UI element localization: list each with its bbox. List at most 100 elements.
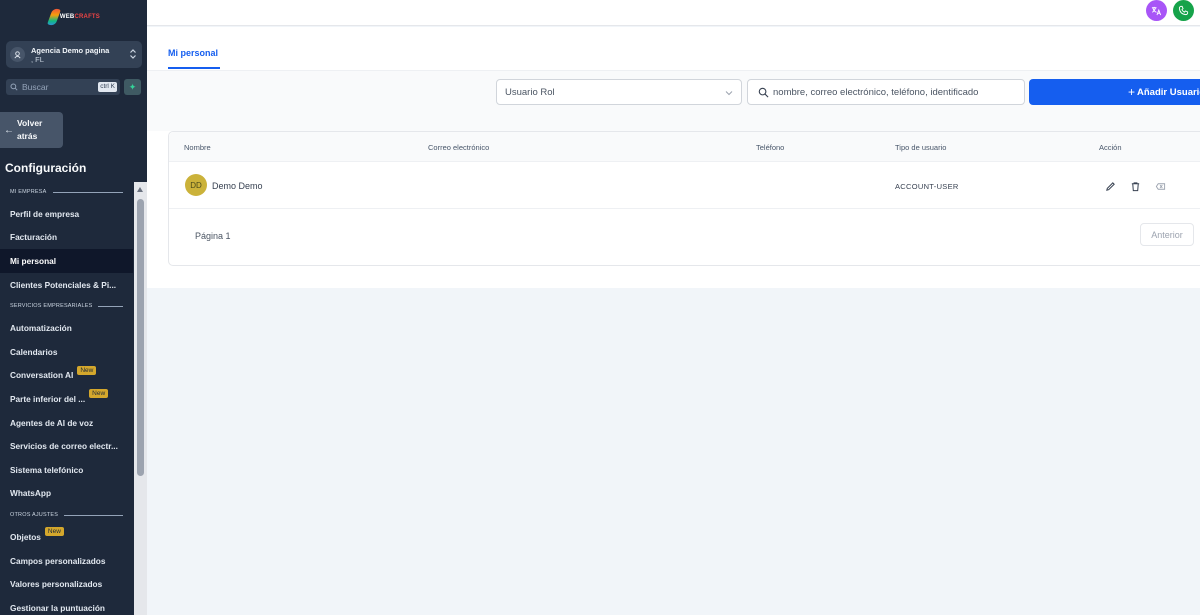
- sidebar-item-label: Sistema telefónico: [10, 464, 84, 475]
- user-type: ACCOUNT-USER: [895, 182, 959, 191]
- close-square-icon[interactable]: [1155, 179, 1166, 190]
- sidebar-item-label: Agentes de AI de voz: [10, 417, 94, 428]
- column-header-telefono[interactable]: Teléfono: [756, 143, 784, 152]
- sidebar-item-label: Campos personalizados: [10, 555, 106, 566]
- main-panel: Mi personal Usuario Rol nombre, correo e…: [147, 27, 1200, 288]
- tab-mi-personal[interactable]: Mi personal: [168, 48, 218, 58]
- section-mi-empresa: MI EMPRESA: [0, 182, 133, 202]
- sidebar-item-servicios-correo[interactable]: Servicios de correo electr...: [0, 434, 133, 458]
- sidebar-item-facturacion[interactable]: Facturación: [0, 226, 133, 250]
- previous-page-button[interactable]: Anterior: [1140, 223, 1194, 246]
- config-title: Configuración: [5, 161, 87, 175]
- sidebar-item-objetos[interactable]: Objetos New: [0, 525, 133, 549]
- sidebar-item-label: Servicios de correo electr...: [10, 441, 118, 452]
- user-name: Demo Demo: [212, 181, 263, 191]
- column-header-correo[interactable]: Correo electrónico: [428, 143, 489, 152]
- sidebar-item-mi-personal[interactable]: Mi personal: [0, 249, 133, 273]
- user-search-input[interactable]: nombre, correo electrónico, teléfono, id…: [747, 79, 1025, 105]
- new-badge: New: [89, 389, 109, 399]
- logo-text-a: WEB: [59, 14, 75, 20]
- section-otros: OTROS AJUSTES: [0, 505, 133, 525]
- building-icon: [10, 47, 25, 62]
- back-button[interactable]: ← Volver atrás: [0, 112, 63, 148]
- pagination: Página 1 Anterior: [169, 210, 1200, 266]
- sparkle-icon: ✦: [128, 81, 137, 92]
- search-shortcut: ctrl K: [98, 82, 117, 92]
- sidebar-scrollbar[interactable]: [134, 182, 147, 615]
- page-label: Página 1: [195, 231, 231, 241]
- agency-name: Agencia Demo pagina , FL: [31, 46, 127, 64]
- topbar: [147, 0, 1200, 26]
- agency-switcher[interactable]: Agencia Demo pagina , FL: [6, 41, 142, 68]
- logo-text-b: CRAFTS: [74, 14, 100, 20]
- users-table: Nombre Correo electrónico Teléfono Tipo …: [168, 131, 1200, 266]
- table-row[interactable]: DD Demo Demo ACCOUNT-USER: [169, 162, 1200, 209]
- table-header: Nombre Correo electrónico Teléfono Tipo …: [169, 132, 1200, 162]
- search-placeholder: Buscar: [22, 82, 49, 92]
- sidebar-item-label: Valores personalizados: [10, 579, 103, 590]
- role-select[interactable]: Usuario Rol: [496, 79, 742, 105]
- sidebar-item-label: Mi personal: [10, 255, 57, 266]
- sidebar-item-label: Conversation AI: [10, 370, 74, 381]
- scroll-up-arrow-icon[interactable]: [137, 187, 143, 192]
- sidebar-item-label: Perfil de empresa: [10, 208, 80, 219]
- sidebar-item-whatsapp[interactable]: WhatsApp: [0, 482, 133, 506]
- sidebar-item-conversation-ai[interactable]: Conversation AI New: [0, 364, 133, 388]
- logo-text: WEBCRAFTS: [60, 14, 100, 20]
- plus-icon: +: [1128, 85, 1136, 99]
- ai-assist-button[interactable]: ✦: [124, 79, 141, 95]
- sidebar-item-perfil[interactable]: Perfil de empresa: [0, 202, 133, 226]
- sidebar-item-label: Calendarios: [10, 346, 58, 357]
- scrollbar-thumb[interactable]: [137, 199, 144, 476]
- search-icon: [10, 83, 18, 91]
- new-badge: New: [44, 527, 64, 537]
- sidebar-item-calendarios[interactable]: Calendarios: [0, 340, 133, 364]
- search-icon: [758, 87, 769, 97]
- section-servicios: SERVICIOS EMPRESARIALES: [0, 296, 133, 316]
- search-placeholder: nombre, correo electrónico, teléfono, id…: [773, 86, 979, 98]
- app-logo[interactable]: WEBCRAFTS: [47, 6, 100, 28]
- column-header-tipo[interactable]: Tipo de usuario: [895, 143, 946, 152]
- sidebar-item-label: Gestionar la puntuación: [10, 602, 105, 613]
- translate-icon: [1151, 6, 1162, 16]
- settings-nav: MI EMPRESA Perfil de empresa Facturación…: [0, 182, 133, 615]
- chevron-updown-icon: [130, 49, 136, 59]
- trash-icon[interactable]: [1130, 179, 1141, 192]
- sidebar-item-clientes[interactable]: Clientes Potenciales & Pi...: [0, 273, 133, 297]
- column-header-accion: Acción: [1099, 143, 1122, 152]
- add-user-button[interactable]: + Añadir Usuario: [1029, 79, 1200, 105]
- sidebar: WEBCRAFTS Agencia Demo pagina , FL Busca…: [0, 0, 147, 615]
- section-label: SERVICIOS EMPRESARIALES: [10, 303, 93, 310]
- role-select-value: Usuario Rol: [505, 86, 555, 98]
- new-badge: New: [77, 365, 97, 375]
- section-label: OTROS AJUSTES: [10, 512, 59, 519]
- chevron-down-icon: [725, 91, 733, 96]
- agency-location: , FL: [31, 54, 44, 64]
- sidebar-item-gestionar[interactable]: Gestionar la puntuación: [0, 596, 133, 615]
- sidebar-item-label: Facturación: [10, 232, 58, 243]
- edit-icon[interactable]: [1105, 179, 1116, 191]
- agency-name-label: Agencia Demo pagina: [31, 45, 110, 55]
- tab-active-indicator: [168, 67, 220, 69]
- back-label: Volver atrás: [17, 118, 43, 141]
- add-user-label: Añadir Usuario: [1137, 86, 1200, 98]
- sidebar-item-label: Objetos: [10, 531, 41, 542]
- sidebar-search-input[interactable]: Buscar ctrl K: [6, 79, 120, 95]
- arrow-left-icon: ←: [4, 124, 14, 136]
- column-header-nombre[interactable]: Nombre: [184, 143, 211, 152]
- sidebar-item-sistema-telefonico[interactable]: Sistema telefónico: [0, 458, 133, 482]
- sidebar-item-automatizacion[interactable]: Automatización: [0, 316, 133, 340]
- sidebar-item-agentes-voz[interactable]: Agentes de AI de voz: [0, 411, 133, 435]
- sidebar-item-label: Automatización: [10, 323, 72, 334]
- sidebar-item-parte-inferior[interactable]: Parte inferior del ... New: [0, 387, 133, 411]
- section-label: MI EMPRESA: [10, 189, 47, 195]
- sidebar-item-valores[interactable]: Valores personalizados: [0, 572, 133, 596]
- sidebar-item-label: Parte inferior del ...: [10, 393, 86, 404]
- sidebar-item-campos[interactable]: Campos personalizados: [0, 549, 133, 573]
- avatar: DD: [185, 174, 207, 196]
- translate-button[interactable]: [1146, 0, 1167, 21]
- sidebar-item-label: Clientes Potenciales & Pi...: [10, 279, 117, 290]
- sidebar-item-label: WhatsApp: [10, 488, 52, 499]
- phone-button[interactable]: [1173, 0, 1194, 21]
- logo-mark-icon: [47, 7, 61, 27]
